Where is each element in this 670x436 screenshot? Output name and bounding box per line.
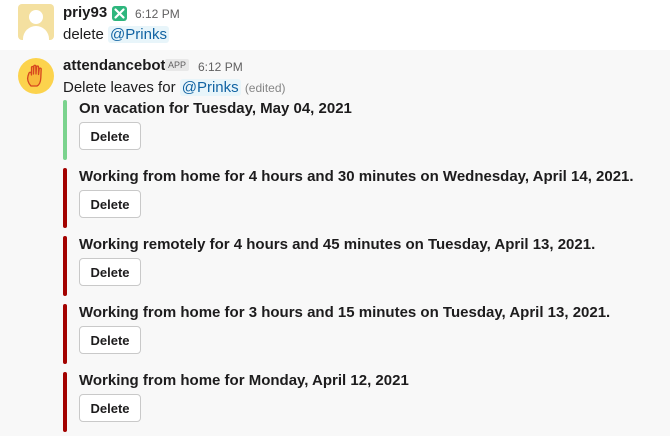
delete-button[interactable]: Delete [79, 122, 141, 150]
timestamp[interactable]: 6:12 PM [135, 7, 180, 21]
attachment-color-bar [63, 168, 67, 228]
attachment-title: Working from home for 3 hours and 15 min… [79, 304, 611, 321]
username[interactable]: attendancebot [63, 57, 166, 74]
attachment: Working from home for 4 hours and 30 min… [63, 168, 663, 228]
delete-button[interactable]: Delete [79, 258, 141, 286]
message-text-prefix: delete [63, 26, 109, 43]
user-mention[interactable]: @Prinks [179, 79, 241, 96]
hand-icon[interactable] [18, 58, 54, 94]
username[interactable]: priy93 [63, 4, 107, 21]
attachment-title: On vacation for Tuesday, May 04, 2021 [79, 100, 352, 117]
edited-label: (edited) [244, 81, 286, 95]
delete-button[interactable]: Delete [79, 394, 141, 422]
avatar[interactable] [18, 4, 54, 40]
message-text-prefix: Delete leaves for [63, 79, 180, 96]
attachment-color-bar [63, 100, 67, 160]
message-text: Delete leaves for @Prinks (edited) [63, 79, 286, 96]
message-priy93: priy93 6:12 PM delete @Prinks [0, 0, 670, 50]
timestamp[interactable]: 6:12 PM [198, 60, 243, 74]
message-attendancebot: attendancebot APP 6:12 PM Delete leaves … [0, 50, 670, 436]
attachment-color-bar [63, 372, 67, 432]
attachment-color-bar [63, 304, 67, 364]
app-badge: APP [165, 59, 190, 71]
attachment-title: Working remotely for 4 hours and 45 minu… [79, 236, 596, 253]
green-check-square-icon [112, 6, 127, 21]
attachment-title: Working from home for Monday, April 12, … [79, 372, 409, 389]
message-text: delete @Prinks [63, 26, 169, 43]
delete-button[interactable]: Delete [79, 326, 141, 354]
attachment: On vacation for Tuesday, May 04, 2021 De… [63, 100, 663, 160]
delete-button[interactable]: Delete [79, 190, 141, 218]
attachment: Working remotely for 4 hours and 45 minu… [63, 236, 663, 296]
attachment-title: Working from home for 4 hours and 30 min… [79, 168, 634, 185]
attachment: Working from home for Monday, April 12, … [63, 372, 663, 432]
attachment: Working from home for 3 hours and 15 min… [63, 304, 663, 364]
user-mention[interactable]: @Prinks [108, 26, 169, 43]
attachment-color-bar [63, 236, 67, 296]
